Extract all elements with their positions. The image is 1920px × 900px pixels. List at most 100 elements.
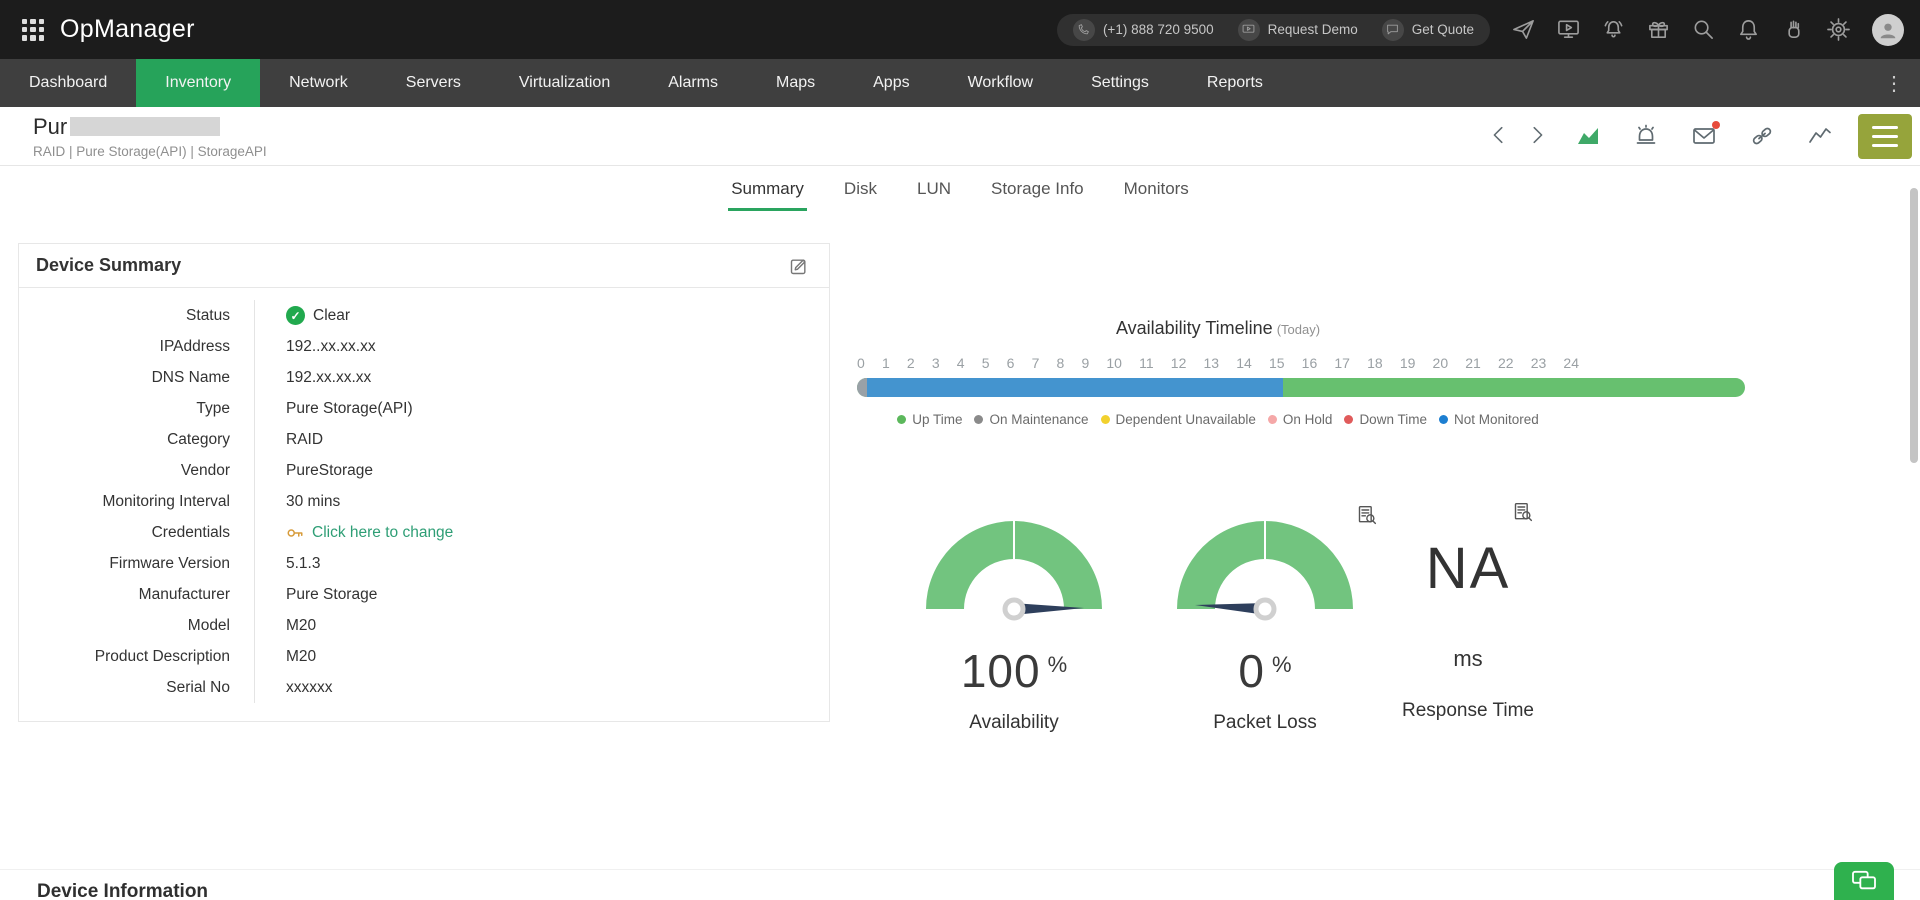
report-icon[interactable] xyxy=(1357,505,1377,525)
availability-label: Availability xyxy=(904,712,1124,734)
legend-on-hold: On Hold xyxy=(1268,412,1333,427)
legend-not-monitored: Not Monitored xyxy=(1439,412,1539,427)
nav-item-dashboard[interactable]: Dashboard xyxy=(0,59,136,107)
field-row-monitoring-interval: Monitoring Interval 30 mins xyxy=(19,486,829,517)
topbar: OpManager (+1) 888 720 9500 Request Demo… xyxy=(0,0,1920,59)
device-summary-title: Device Summary xyxy=(36,255,181,276)
nav-item-workflow[interactable]: Workflow xyxy=(939,59,1063,107)
chevron-right-icon[interactable] xyxy=(1526,124,1550,148)
availability-unit: % xyxy=(1048,652,1068,677)
key-icon xyxy=(286,524,304,542)
field-row-vendor: Vendor PureStorage xyxy=(19,455,829,486)
tab-summary[interactable]: Summary xyxy=(728,166,807,211)
field-row-ipaddress: IPAddress 192..xx.xx.xx xyxy=(19,331,829,362)
settings-gear-icon[interactable] xyxy=(1827,18,1850,41)
device-summary-card: Device Summary Status ✓ Clear IPAddress … xyxy=(18,243,830,722)
quote-bubble-icon xyxy=(1382,19,1404,41)
user-avatar[interactable] xyxy=(1872,14,1904,46)
packet-loss-value: 0 xyxy=(1238,645,1265,697)
phone-contact[interactable]: (+1) 888 720 9500 xyxy=(1073,19,1214,41)
nav-item-maps[interactable]: Maps xyxy=(747,59,844,107)
search-icon[interactable] xyxy=(1692,18,1715,41)
field-row-manufacturer: Manufacturer Pure Storage xyxy=(19,579,829,610)
tab-storage-info[interactable]: Storage Info xyxy=(988,166,1087,211)
vendor-value: PureStorage xyxy=(254,455,829,486)
hand-heart-icon[interactable] xyxy=(1782,18,1805,41)
credentials-change-link[interactable]: Click here to change xyxy=(312,524,453,542)
tab-monitors[interactable]: Monitors xyxy=(1121,166,1192,211)
legend-on-maintenance: On Maintenance xyxy=(974,412,1088,427)
nav-item-apps[interactable]: Apps xyxy=(844,59,938,107)
device-breadcrumb: RAID | Pure Storage(API) | StorageAPI xyxy=(33,144,267,159)
main-nav: Dashboard Inventory Network Servers Virt… xyxy=(0,59,1920,107)
field-row-product-description: Product Description M20 xyxy=(19,641,829,672)
chevron-left-icon[interactable] xyxy=(1488,124,1512,148)
timeline-ticks: 0123456789101112131415161718192021222324 xyxy=(857,355,1579,371)
paper-plane-icon[interactable] xyxy=(1512,18,1535,41)
live-demo-icon[interactable] xyxy=(1557,18,1580,41)
firmware-value: 5.1.3 xyxy=(254,548,829,579)
gift-icon[interactable] xyxy=(1647,18,1670,41)
response-time-unit: ms xyxy=(1358,646,1578,672)
device-information-section: Device Information xyxy=(0,869,1920,900)
ipaddress-value: 192..xx.xx.xx xyxy=(254,331,829,362)
app-grid-icon[interactable] xyxy=(22,19,44,41)
feedback-chat-button[interactable] xyxy=(1834,862,1894,900)
packet-loss-dial xyxy=(1165,505,1365,623)
mail-alert-dot xyxy=(1712,121,1720,129)
nav-overflow-menu[interactable]: ⋮ xyxy=(1868,59,1920,107)
monitoring-interval-value: 30 mins xyxy=(254,486,829,517)
legend-down-time: Down Time xyxy=(1344,412,1427,427)
legend-dot xyxy=(1344,415,1353,424)
area-chart-icon[interactable] xyxy=(1576,124,1600,148)
alarm-siren-icon[interactable] xyxy=(1634,124,1658,148)
phone-icon xyxy=(1073,19,1095,41)
legend-dot xyxy=(1101,415,1110,424)
edit-pencil-icon[interactable] xyxy=(789,256,809,276)
serial-value: xxxxxx xyxy=(254,672,829,703)
response-time-panel: NA ms Response Time xyxy=(1358,505,1578,722)
tab-lun[interactable]: LUN xyxy=(914,166,954,211)
get-quote-link[interactable]: Get Quote xyxy=(1382,19,1474,41)
field-row-category: Category RAID xyxy=(19,424,829,455)
nav-item-alarms[interactable]: Alarms xyxy=(639,59,747,107)
device-header: Pur RAID | Pure Storage(API) | StorageAP… xyxy=(0,107,1920,166)
type-value: Pure Storage(API) xyxy=(254,393,829,424)
redaction-box xyxy=(70,117,220,136)
nav-item-settings[interactable]: Settings xyxy=(1062,59,1178,107)
availability-dial xyxy=(914,505,1114,623)
availability-timeline: Availability Timeline(Today) 01234567891… xyxy=(857,318,1745,427)
nav-item-inventory[interactable]: Inventory xyxy=(136,59,260,107)
bell-ring-icon[interactable] xyxy=(1602,18,1625,41)
nav-item-reports[interactable]: Reports xyxy=(1178,59,1292,107)
model-value: M20 xyxy=(254,610,829,641)
response-time-value: NA xyxy=(1358,535,1578,602)
nav-item-network[interactable]: Network xyxy=(260,59,377,107)
tab-disk[interactable]: Disk xyxy=(841,166,880,211)
packet-loss-gauge: 0% Packet Loss xyxy=(1155,505,1375,734)
availability-gauge: 100% Availability xyxy=(904,505,1124,734)
mail-icon[interactable] xyxy=(1692,124,1716,148)
legend-dot xyxy=(1268,415,1277,424)
legend-dot xyxy=(974,415,983,424)
timeline-start-cap xyxy=(857,378,867,397)
line-chart-icon[interactable] xyxy=(1808,124,1832,148)
hamburger-menu-button[interactable] xyxy=(1858,114,1912,159)
report-icon[interactable] xyxy=(1513,502,1533,522)
manufacturer-value: Pure Storage xyxy=(254,579,829,610)
app-title: OpManager xyxy=(60,15,195,44)
status-value: Clear xyxy=(313,307,350,325)
field-row-firmware: Firmware Version 5.1.3 xyxy=(19,548,829,579)
timeline-title: Availability Timeline(Today) xyxy=(857,318,1579,339)
legend-up-time: Up Time xyxy=(897,412,962,427)
product-description-value: M20 xyxy=(254,641,829,672)
notifications-bell-icon[interactable] xyxy=(1737,18,1760,41)
vertical-scrollbar-thumb[interactable] xyxy=(1910,188,1918,463)
request-demo-link[interactable]: Request Demo xyxy=(1238,19,1358,41)
nav-item-virtualization[interactable]: Virtualization xyxy=(490,59,639,107)
nav-item-servers[interactable]: Servers xyxy=(377,59,490,107)
device-name: Pur xyxy=(33,114,67,140)
device-information-title: Device Information xyxy=(0,870,1920,900)
link-icon[interactable] xyxy=(1750,124,1774,148)
field-row-serial: Serial No xxxxxx xyxy=(19,672,829,703)
